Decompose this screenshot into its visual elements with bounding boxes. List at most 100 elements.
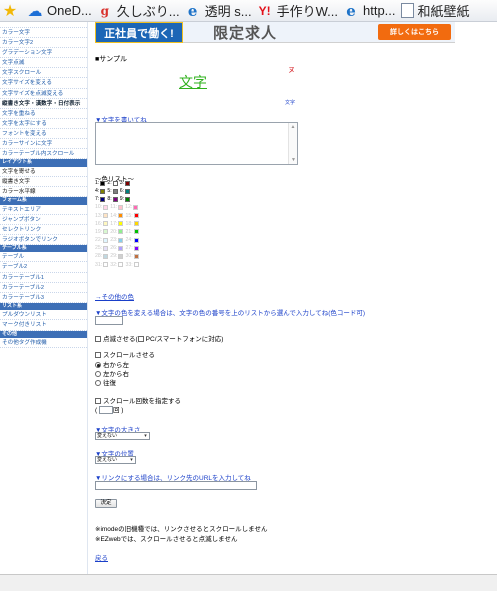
color-swatch xyxy=(118,262,124,267)
sidebar-item[interactable]: カラーテーブル1 xyxy=(0,273,87,283)
sidebar-item[interactable]: フォントを変える xyxy=(0,129,87,140)
sidebar-nav: カラー文字 カラー文字2 グラデーション文字 文字点滅 文字スクロール 文字サイ… xyxy=(0,22,88,591)
sidebar-item[interactable]: 縦書き文字・漢数字・日付表示 xyxy=(0,99,87,109)
sidebar-item[interactable]: カラーテーブル2 xyxy=(0,283,87,293)
favorite-yahoo[interactable]: Y! 手作りW... xyxy=(255,0,341,21)
favorite-label: 久しぶり... xyxy=(116,4,180,19)
sidebar-item[interactable]: セレクトリンク xyxy=(0,225,87,235)
scroll-direction-both[interactable]: 往復 xyxy=(95,377,116,387)
page-scrollbar[interactable] xyxy=(486,22,497,574)
note-ezweb: ※EZwebでは、スクロールさせると点滅しません xyxy=(95,536,238,543)
other-colors-link[interactable]: →その他の色 xyxy=(95,291,134,301)
favorite-ie-2[interactable]: e http... xyxy=(341,0,399,21)
favorite-star[interactable]: ★ xyxy=(0,0,25,21)
color-separator: : xyxy=(97,180,100,186)
color-swatch xyxy=(118,221,124,227)
color-swatch xyxy=(100,188,106,194)
blink-pc-checkbox[interactable] xyxy=(137,336,144,343)
color-swatch-item: 19: xyxy=(95,229,109,235)
scroll-down-icon[interactable]: ▼ xyxy=(289,156,298,164)
color-swatch xyxy=(112,196,118,202)
text-input-area[interactable]: ▲ ▼ xyxy=(95,122,298,165)
blink-option[interactable]: 点滅させる(PC/スマートフォンに対応) xyxy=(95,333,223,343)
color-swatch xyxy=(118,237,124,243)
sidebar-item[interactable]: カラー文字2 xyxy=(0,38,87,49)
favorite-google[interactable]: g 久しぶり... xyxy=(95,0,183,21)
color-swatch xyxy=(103,213,109,219)
favorite-onedrive[interactable]: ☁ OneD... xyxy=(25,0,95,21)
sidebar-item[interactable]: カラーサインに文字 xyxy=(0,139,87,150)
ie-icon: e xyxy=(346,1,356,20)
favorite-label: 手作りW... xyxy=(276,4,338,19)
scroll-count-input[interactable] xyxy=(98,406,113,415)
blink-checkbox[interactable] xyxy=(95,336,101,343)
sidebar-item[interactable]: グラデーション文字 xyxy=(0,48,87,59)
color-separator: : xyxy=(110,180,112,186)
position-select[interactable]: 変えない ▾ xyxy=(95,456,136,464)
color-separator: : xyxy=(116,212,118,219)
color-swatch-item: 30: xyxy=(125,253,139,259)
back-link[interactable]: 戻る xyxy=(95,552,108,562)
size-select[interactable]: 変えない ▾ xyxy=(95,432,150,440)
sidebar-section-header: フォーム系 xyxy=(0,197,87,205)
scroll-checkbox[interactable] xyxy=(95,352,101,359)
color-swatch-item: 20: xyxy=(110,228,124,235)
sidebar-item[interactable]: カラー水平線 xyxy=(0,187,87,197)
color-swatch xyxy=(103,237,109,243)
color-swatch xyxy=(118,253,124,259)
submit-button[interactable]: 決定 xyxy=(95,499,117,508)
color-swatch-item: 21: xyxy=(125,229,139,235)
count-suffix: 回 ) xyxy=(112,407,124,414)
sample-preview-text[interactable]: 文字 xyxy=(179,72,207,92)
sidebar-item[interactable]: 文字を太字にする xyxy=(0,119,87,129)
radio-round-trip[interactable] xyxy=(95,380,101,387)
sidebar-item[interactable]: テキストエリア xyxy=(0,205,87,215)
color-number-input[interactable] xyxy=(95,316,123,325)
sidebar-item[interactable]: 文字サイズを点滅変える xyxy=(0,89,87,99)
color-swatch-item: 24: xyxy=(125,237,139,243)
sidebar-item[interactable]: 文字を寄せる xyxy=(0,167,87,177)
color-swatch-item: 33: xyxy=(125,262,139,268)
sidebar-item[interactable]: 文字を重ねる xyxy=(0,109,87,119)
link-url-input[interactable] xyxy=(95,481,257,490)
scroll-option[interactable]: スクロールさせる xyxy=(95,349,155,359)
sidebar-item[interactable]: ジャンプボタン xyxy=(0,215,87,225)
color-swatch-item: 27: xyxy=(125,245,139,251)
sidebar-item[interactable]: 文字スクロール xyxy=(0,68,87,79)
favorite-ie-1[interactable]: e 透明 s... xyxy=(183,0,255,21)
color-list-row: 1:2:3: xyxy=(95,179,132,187)
color-separator: : xyxy=(116,245,118,252)
sidebar-item[interactable]: 縦書き文字 xyxy=(0,177,87,187)
sidebar-item[interactable]: 文字サイズを変える xyxy=(0,78,87,89)
color-separator: : xyxy=(100,245,103,252)
scroll-up-icon[interactable]: ▲ xyxy=(289,123,297,131)
color-swatch-item: 6: xyxy=(120,188,131,194)
sidebar-item[interactable]: ラジオボタンでリンク xyxy=(0,235,87,245)
sidebar-item[interactable]: 文字点滅 xyxy=(0,58,87,69)
favorite-washi[interactable]: 和紙壁紙 xyxy=(399,0,473,21)
color-swatch xyxy=(133,229,139,235)
sidebar-item[interactable]: テーブル xyxy=(0,252,87,263)
color-swatch-item: 29: xyxy=(110,253,124,259)
sidebar-item[interactable]: カラーテーブル内スクロール xyxy=(0,149,87,160)
favorite-label: 和紙壁紙 xyxy=(417,4,470,19)
banner-details-button[interactable]: 詳しくはこちら xyxy=(378,24,451,40)
color-list-row: 16:17:18: xyxy=(95,220,141,228)
chevron-down-icon: ▾ xyxy=(130,457,133,463)
color-swatch xyxy=(118,245,124,251)
sidebar-item[interactable]: カラー文字 xyxy=(0,28,87,39)
color-swatch-item: 12: xyxy=(125,204,139,210)
sidebar-item[interactable]: その他タグ作成機 xyxy=(0,338,87,349)
color-swatch xyxy=(133,204,139,210)
ad-banner[interactable]: 正社員で働く! 限定求人 詳しくはこちら xyxy=(95,22,455,43)
sidebar-item[interactable]: テーブル2 xyxy=(0,262,87,273)
color-separator: : xyxy=(100,220,103,227)
sidebar-item[interactable]: プルダウンリスト xyxy=(0,310,87,321)
color-swatch xyxy=(103,245,109,251)
sidebar-item[interactable]: マーク付きリスト xyxy=(0,320,87,331)
textarea-scrollbar[interactable]: ▲ ▼ xyxy=(288,123,297,164)
color-separator: : xyxy=(116,228,118,235)
color-swatch xyxy=(125,180,131,186)
color-swatch-item: 8: xyxy=(107,196,118,202)
sidebar-item[interactable]: カラーテーブル3 xyxy=(0,293,87,303)
